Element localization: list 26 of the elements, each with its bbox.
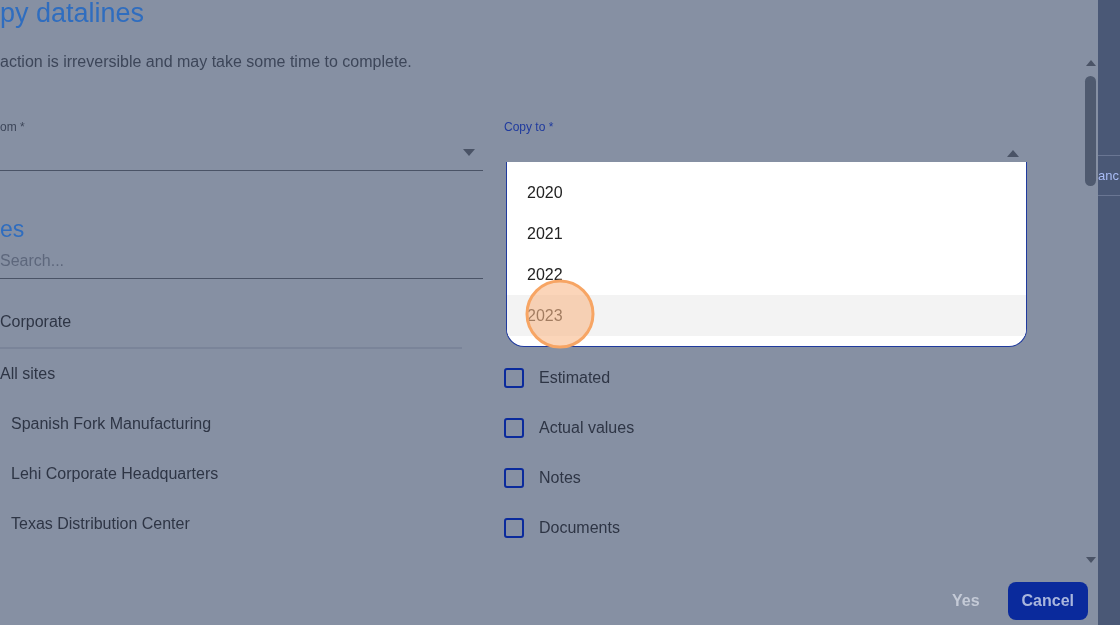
tree-item[interactable]: Spanish Fork Manufacturing (0, 399, 483, 449)
checkbox-label: Documents (539, 518, 620, 538)
checkbox[interactable] (504, 418, 524, 438)
checkbox[interactable] (504, 368, 524, 388)
field-label: Copy to * (504, 119, 555, 135)
dialog-description: action is irreversible and may take some time to complete. (0, 52, 413, 72)
scroll-up-icon[interactable] (1085, 60, 1096, 66)
checkbox[interactable] (504, 518, 524, 538)
scroll-down-icon[interactable] (1085, 557, 1096, 563)
section-heading: es (0, 215, 26, 243)
scrollbar-thumb[interactable] (1085, 76, 1096, 186)
click-indicator (525, 279, 595, 349)
tree-item[interactable]: Texas Distribution Center (0, 499, 483, 549)
dropdown-option[interactable]: 2023 (507, 295, 1026, 336)
checkbox-label: Estimated (539, 368, 611, 388)
field-label: om * (0, 119, 26, 135)
tree-item[interactable]: All sites (0, 349, 483, 399)
dialog-title: py datalines (0, 0, 146, 28)
tree-item[interactable]: Corporate (0, 297, 462, 347)
cancel-button[interactable]: Cancel (1007, 582, 1088, 620)
tree-item[interactable]: Lehi Corporate Headquarters (0, 449, 483, 499)
checkbox[interactable] (504, 468, 524, 488)
caret-icon (463, 149, 475, 156)
checkbox-label: Actual values (539, 418, 635, 438)
checkbox-label: Notes (539, 468, 581, 488)
background-tab[interactable]: anc (1098, 155, 1120, 196)
